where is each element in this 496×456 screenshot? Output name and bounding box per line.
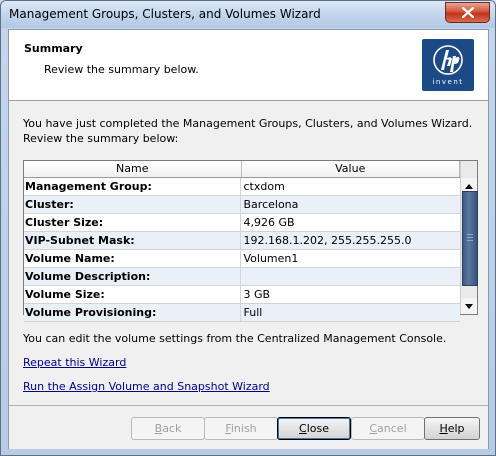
back-button[interactable]: Back xyxy=(131,417,205,440)
edit-note: You can edit the volume settings from th… xyxy=(23,332,447,345)
cancel-button[interactable]: Cancel xyxy=(351,417,425,440)
finish-button-label: inish xyxy=(230,422,257,435)
row-name: Volume Size: xyxy=(24,286,241,303)
intro-text: You have just completed the Management G… xyxy=(23,117,473,145)
row-name: Volume Name: xyxy=(24,250,241,267)
wizard-header: Summary Review the summary below. invent xyxy=(9,30,488,101)
row-value xyxy=(241,268,461,285)
scrollbar-thumb[interactable] xyxy=(462,191,478,286)
button-bar: Back Finish Close Cancel Help xyxy=(9,405,488,449)
page-title: Summary xyxy=(24,42,83,55)
row-name: Management Group: xyxy=(24,178,241,195)
window-close-button[interactable] xyxy=(445,2,490,23)
column-header-name[interactable]: Name xyxy=(24,161,242,177)
arrow-up-icon xyxy=(465,183,473,189)
table-row[interactable]: Cluster Size: 4,926 GB xyxy=(24,214,460,232)
table-row[interactable]: Volume Provisioning: Full xyxy=(24,304,460,322)
row-value: ctxdom xyxy=(243,180,285,193)
table-row[interactable]: Volume Name: Volumen1 xyxy=(24,250,460,268)
assign-volume-wizard-link[interactable]: Run the Assign Volume and Snapshot Wizar… xyxy=(23,380,270,393)
column-header-value[interactable]: Value xyxy=(242,161,460,177)
row-value: 4,926 GB xyxy=(243,216,295,229)
wizard-client-area: Summary Review the summary below. invent… xyxy=(8,29,489,449)
wizard-window: Management Groups, Clusters, and Volumes… xyxy=(0,0,496,456)
cancel-button-accel: C xyxy=(369,422,378,435)
row-name: Cluster Size: xyxy=(24,214,241,231)
row-name: Volume Description: xyxy=(24,268,241,285)
table-row[interactable]: Management Group: ctxdom xyxy=(24,178,460,196)
help-button[interactable]: Help xyxy=(424,417,480,440)
row-name: VIP-Subnet Mask: xyxy=(24,232,241,249)
table-rows: Management Group: ctxdom Cluster: Barcelon… xyxy=(24,178,460,322)
table-row[interactable]: Cluster: Barcelona xyxy=(24,196,460,214)
row-value: Barcelona xyxy=(243,198,299,211)
summary-table[interactable]: Name Value Management Group: ctxdom Clust… xyxy=(23,160,478,322)
logo-tagline: invent xyxy=(432,78,464,86)
arrow-down-icon xyxy=(465,303,473,309)
vertical-scrollbar[interactable] xyxy=(460,161,478,314)
table-header: Name Value xyxy=(24,161,460,178)
row-value: 3 GB xyxy=(243,288,271,301)
close-icon xyxy=(461,7,474,18)
page-subtitle: Review the summary below. xyxy=(44,63,199,76)
hp-logo: invent xyxy=(422,39,474,91)
finish-button[interactable]: Finish xyxy=(204,417,278,440)
close-button[interactable]: Close xyxy=(277,417,351,440)
window-title: Management Groups, Clusters, and Volumes… xyxy=(9,7,321,21)
scroll-down-button[interactable] xyxy=(461,298,477,314)
table-row[interactable]: Volume Size: 3 GB xyxy=(24,286,460,304)
table-row[interactable]: Volume Description: xyxy=(24,268,460,286)
row-value: Full xyxy=(243,306,263,319)
row-name: Volume Provisioning: xyxy=(24,304,241,321)
help-button-accel: H xyxy=(439,422,448,435)
close-button-label: lose xyxy=(306,422,329,435)
back-button-label: ack xyxy=(162,422,182,435)
table-row[interactable]: VIP-Subnet Mask: 192.168.1.202, 255.255.2… xyxy=(24,232,460,250)
row-name: Cluster: xyxy=(24,196,241,213)
title-bar[interactable]: Management Groups, Clusters, and Volumes… xyxy=(1,1,495,28)
help-button-label: elp xyxy=(447,422,465,435)
repeat-wizard-link[interactable]: Repeat this Wizard xyxy=(23,356,126,369)
cancel-button-label: ancel xyxy=(377,422,407,435)
row-value: 192.168.1.202, 255.255.255.0 xyxy=(243,234,412,247)
close-button-accel: C xyxy=(299,422,307,435)
row-value: Volumen1 xyxy=(243,252,299,265)
